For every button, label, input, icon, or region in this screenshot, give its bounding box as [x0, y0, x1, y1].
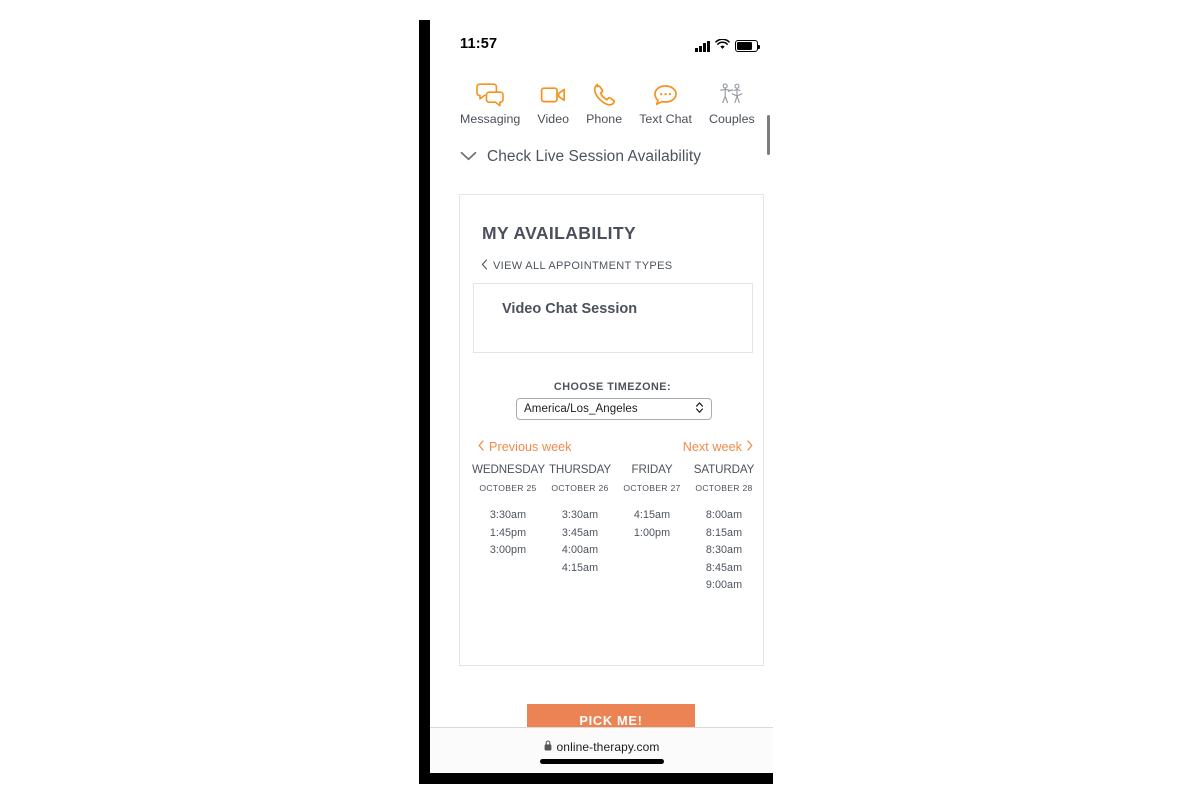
phone-screen: 11:57 Messaging Video Phone Text Chat Co…	[430, 20, 773, 773]
scrollbar-thumb[interactable]	[767, 115, 770, 155]
chevron-updown-icon	[695, 401, 704, 417]
browser-bottom-bar: online-therapy.com	[430, 727, 773, 773]
day-column: FRIDAY OCTOBER 27 4:15am 1:00pm	[616, 463, 688, 648]
page-title: MY AVAILABILITY	[482, 223, 637, 243]
day-column: SUNDAY OCTOBER 29 8:00am8:15am8:30am8:45am…	[760, 463, 763, 648]
time-slot[interactable]: 8:30am	[688, 542, 760, 560]
time-slot[interactable]: 3:00pm	[472, 542, 544, 560]
day-date: OCTOBER 28	[695, 483, 753, 493]
time-slot-list: 3:30am 3:45am 4:00am 4:15am	[544, 507, 616, 577]
wifi-icon	[715, 37, 730, 55]
availability-grid-columns: WEDNESDAY OCTOBER 25 3:30am 1:45pm 3:00pm THU…	[472, 463, 763, 648]
day-name: WEDNESDAY	[472, 463, 545, 476]
nav-item-video[interactable]: Video	[537, 80, 569, 128]
nav-label-video: Video	[537, 112, 570, 126]
time-slot[interactable]: 9:30am	[760, 613, 763, 631]
nav-label-text-chat: Text Chat	[639, 112, 692, 126]
nav-item-messaging[interactable]: Messaging	[460, 80, 520, 128]
time-slot[interactable]: 9:00am	[688, 577, 760, 595]
time-slot[interactable]: 8:00am	[688, 507, 760, 525]
day-name: SUNDAY	[760, 463, 763, 476]
day-date: OCTOBER 26	[551, 483, 609, 493]
previous-week-button[interactable]: Previous week	[478, 440, 572, 454]
messaging-bubbles-icon	[460, 80, 520, 110]
day-name: THURSDAY	[548, 463, 612, 476]
timezone-label: CHOOSE TIMEZONE:	[553, 381, 672, 393]
lock-icon	[544, 738, 552, 756]
time-slot[interactable]: 3:30am	[472, 507, 544, 525]
time-slot-list: 3:30am 1:45pm 3:00pm	[472, 507, 544, 560]
appointment-type-option[interactable]: Video Chat Session	[473, 283, 753, 353]
nav-item-phone[interactable]: Phone	[586, 80, 622, 128]
status-icons	[695, 37, 761, 55]
time-slot-list: 8:00am 8:15am 8:30am 8:45am 9:00am	[688, 507, 760, 595]
time-slot[interactable]: 8:15am	[760, 525, 763, 543]
url-text: online-therapy.com	[556, 740, 660, 754]
status-bar: 11:57	[430, 20, 773, 64]
day-name: FRIDAY	[631, 463, 673, 476]
time-slot[interactable]: 9:45am	[760, 630, 763, 648]
time-slot[interactable]: 9:00am	[760, 577, 763, 595]
next-week-label: Next week	[682, 440, 742, 454]
time-slot[interactable]: 4:00am	[544, 542, 616, 560]
status-time: 11:57	[460, 36, 498, 52]
check-availability-accordion[interactable]: Check Live Session Availability	[460, 148, 701, 166]
day-column: THURSDAY OCTOBER 26 3:30am 3:45am 4:00am 4:15…	[544, 463, 616, 648]
chevron-left-icon	[478, 440, 484, 454]
time-slot[interactable]: 1:00pm	[616, 525, 688, 543]
nav-label-couples: Couples	[708, 112, 755, 126]
day-date: OCTOBER 25	[479, 483, 537, 493]
timezone-value: America/Los_Angeles	[524, 403, 638, 415]
appointment-type-label: Video Chat Session	[502, 301, 638, 317]
time-slot[interactable]: 9:15am	[760, 595, 763, 613]
time-slot[interactable]: 8:45am	[760, 560, 763, 578]
time-slot[interactable]: 3:30am	[544, 507, 616, 525]
chevron-right-icon	[747, 440, 753, 454]
cellular-signal-icon	[695, 40, 710, 52]
time-slot[interactable]: 8:15am	[688, 525, 760, 543]
url-display[interactable]: online-therapy.com	[430, 738, 773, 756]
next-week-button[interactable]: Next week	[683, 440, 753, 454]
chevron-left-icon	[481, 259, 488, 273]
nav-label-phone: Phone	[586, 112, 623, 126]
chat-bubble-ellipsis-icon	[639, 80, 692, 110]
battery-icon	[735, 40, 761, 52]
day-date: OCTOBER 27	[623, 483, 681, 493]
availability-grid: WEDNESDAY OCTOBER 25 3:30am 1:45pm 3:00pm THU…	[472, 463, 763, 658]
view-all-appointment-types-link[interactable]: VIEW ALL APPOINTMENT TYPES	[481, 259, 672, 273]
week-navigation: Previous week Next week	[473, 440, 753, 456]
time-slot-list: 8:00am8:15am8:30am8:45am9:00am9:15am9:30…	[760, 507, 763, 648]
time-slot[interactable]: 8:30am	[760, 542, 763, 560]
availability-card: MY AVAILABILITY VIEW ALL APPOINTMENT TYP…	[459, 194, 764, 666]
time-slot[interactable]: 8:00am	[760, 507, 763, 525]
video-camera-icon	[537, 80, 569, 110]
time-slot-list: 4:15am 1:00pm	[616, 507, 688, 542]
day-column: WEDNESDAY OCTOBER 25 3:30am 1:45pm 3:00pm	[472, 463, 545, 648]
service-type-nav: Messaging Video Phone Text Chat Couples	[430, 80, 773, 128]
screenshot-canvas: 11:57 Messaging Video Phone Text Chat Co…	[0, 0, 1200, 800]
time-slot[interactable]: 8:45am	[688, 560, 760, 578]
previous-week-label: Previous week	[489, 440, 572, 454]
couples-people-icon	[709, 80, 755, 110]
nav-item-text-chat[interactable]: Text Chat	[639, 80, 692, 128]
nav-item-couples[interactable]: Couples	[709, 80, 755, 128]
time-slot[interactable]: 4:15am	[616, 507, 688, 525]
accordion-label: Check Live Session Availability	[487, 148, 702, 165]
day-name: SATURDAY	[693, 463, 755, 476]
view-all-label: VIEW ALL APPOINTMENT TYPES	[493, 260, 673, 272]
timezone-select[interactable]: America/Los_Angeles	[516, 398, 712, 420]
phone-frame: 11:57 Messaging Video Phone Text Chat Co…	[419, 20, 773, 784]
chevron-down-icon	[460, 148, 477, 166]
phone-handset-icon	[586, 80, 622, 110]
day-column: SATURDAY OCTOBER 28 8:00am 8:15am 8:30am 8:45…	[688, 463, 760, 648]
time-slot[interactable]: 1:45pm	[472, 525, 544, 543]
home-indicator[interactable]	[539, 759, 664, 764]
day-date: OCTOBER 29	[760, 482, 763, 494]
time-slot[interactable]: 3:45am	[544, 525, 616, 543]
nav-label-messaging: Messaging	[460, 112, 521, 126]
time-slot[interactable]: 4:15am	[544, 560, 616, 578]
